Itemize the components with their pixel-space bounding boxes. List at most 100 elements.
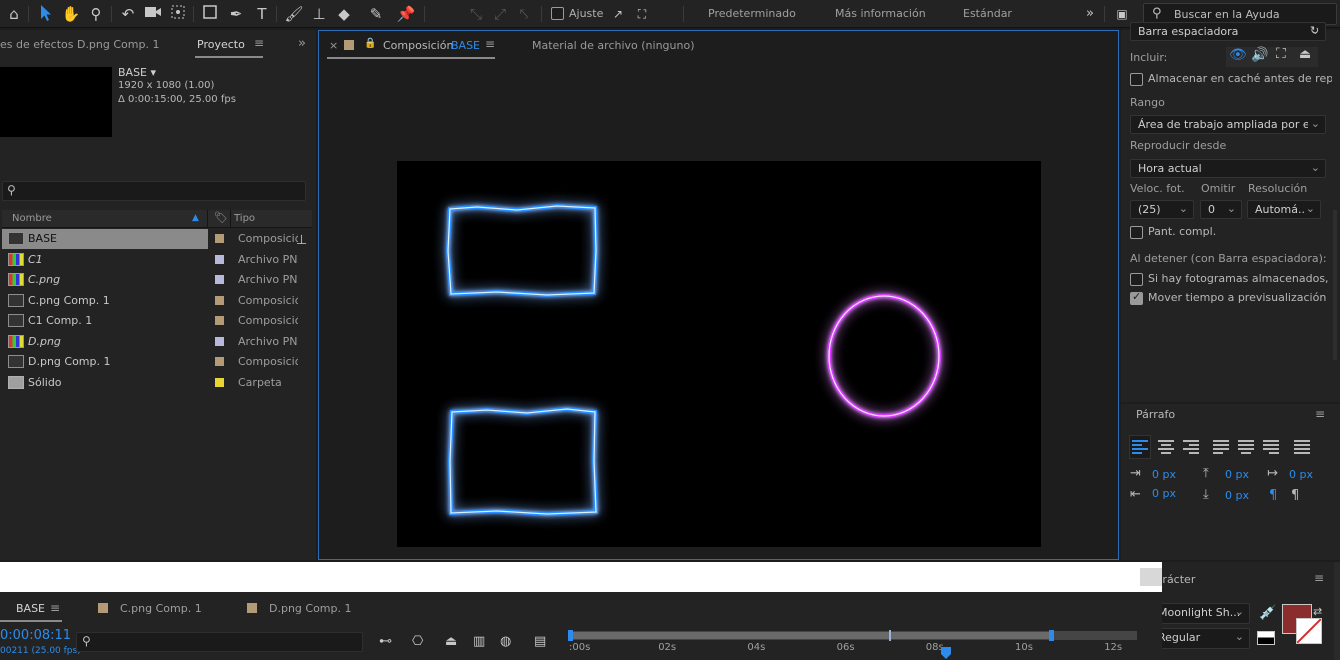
workspace-default[interactable]: Predeterminado: [708, 7, 796, 20]
indent-first-value[interactable]: 0 px: [1289, 468, 1313, 481]
play-from-dropdown[interactable]: Hora actual ⌄: [1130, 159, 1326, 178]
frame-rate-dropdown[interactable]: (25) ⌄: [1130, 200, 1194, 219]
lock-icon[interactable]: 🔒: [364, 38, 376, 49]
tab-project[interactable]: Proyecto: [197, 38, 245, 51]
tab-timeline-d-comp[interactable]: D.png Comp. 1: [269, 602, 352, 615]
move-time-checkbox[interactable]: [1130, 290, 1143, 305]
indent-right-value[interactable]: 0 px: [1152, 487, 1176, 500]
camera-tool-icon[interactable]: [143, 4, 163, 24]
eyedropper-icon[interactable]: 💉: [1259, 605, 1276, 621]
align-right-icon[interactable]: [1183, 440, 1199, 454]
panel-menu-icon[interactable]: ≡: [50, 601, 60, 615]
axis-mode-icon[interactable]: ⤡: [466, 4, 486, 24]
shortcut-dropdown[interactable]: Barra espaciadora ⌄: [1130, 22, 1326, 41]
label-color-swatch[interactable]: [215, 234, 224, 243]
tab-composition-label[interactable]: Composición: [383, 39, 453, 52]
cached-frames-checkbox[interactable]: [1130, 273, 1143, 286]
ltr-direction-icon[interactable]: ¶: [1269, 488, 1277, 503]
draft-3d-icon[interactable]: ⎔: [412, 634, 423, 649]
project-item-row[interactable]: C1 Comp. 1 Composición: [2, 311, 312, 331]
project-item-name-cell[interactable]: C1 Comp. 1: [2, 311, 208, 331]
project-item-name-cell[interactable]: C1: [2, 250, 208, 270]
composition-flowchart-icon[interactable]: ⊷: [379, 634, 392, 649]
eraser-tool-icon[interactable]: ◆: [334, 4, 354, 24]
project-item-row[interactable]: BASE Composición: [2, 229, 312, 249]
panel-menu-icon[interactable]: ≡: [1314, 571, 1324, 585]
tab-footage[interactable]: Material de archivo (ninguno): [532, 39, 695, 52]
rtl-direction-icon[interactable]: ¶: [1291, 488, 1299, 503]
snap-checkbox[interactable]: [551, 7, 564, 20]
reset-icon[interactable]: ↻: [1310, 24, 1319, 37]
comp-name[interactable]: BASE ▾: [118, 66, 156, 79]
shy-layers-icon[interactable]: ⏏: [445, 634, 457, 649]
project-item-row[interactable]: Sólido Carpeta: [2, 373, 312, 393]
panel-menu-icon[interactable]: ≡: [1315, 407, 1325, 421]
frame-blending-icon[interactable]: ▥: [473, 634, 485, 649]
font-style-dropdown[interactable]: Regular ⌄: [1162, 628, 1250, 649]
swap-colors-icon[interactable]: ⇄: [1313, 605, 1322, 618]
indent-left-value[interactable]: 0 px: [1152, 468, 1176, 481]
stroke-color-swatch[interactable]: [1296, 618, 1322, 644]
work-area-bar[interactable]: [571, 632, 1052, 639]
project-item-row[interactable]: C.png Archivo PNG: [2, 270, 312, 290]
home-icon[interactable]: ⌂: [4, 4, 24, 24]
project-item-row[interactable]: C.png Comp. 1 Composición: [2, 291, 312, 311]
label-color-swatch[interactable]: [215, 357, 224, 366]
zoom-tool-icon[interactable]: ⚲: [86, 4, 106, 24]
justify-center-icon[interactable]: [1238, 440, 1254, 454]
font-family-dropdown[interactable]: Moonlight Sh... ⌄: [1162, 603, 1250, 624]
playhead-marker[interactable]: [941, 647, 951, 660]
rotate-tool-icon[interactable]: ↶: [118, 4, 138, 24]
label-tag-icon[interactable]: 🏷: [214, 211, 228, 224]
rectangle-tool-icon[interactable]: [200, 4, 220, 24]
tab-effects-controls[interactable]: es de efectos D.png Comp. 1: [0, 38, 159, 51]
justify-left-icon[interactable]: [1213, 440, 1229, 454]
align-center-icon[interactable]: [1158, 440, 1174, 454]
timeline-search-input[interactable]: ⚲: [76, 632, 363, 652]
roto-brush-icon[interactable]: ✎: [366, 4, 386, 24]
space-before-value[interactable]: 0 px: [1225, 468, 1249, 481]
world-axis-icon[interactable]: ⤢: [490, 4, 510, 24]
column-type-header[interactable]: Tipo: [234, 213, 255, 224]
skip-dropdown[interactable]: 0 ⌄: [1200, 200, 1242, 219]
panel-overflow-icon[interactable]: »: [298, 36, 306, 51]
project-item-row[interactable]: C1 Archivo PNG: [2, 250, 312, 270]
label-color-swatch[interactable]: [215, 254, 224, 264]
label-color-swatch[interactable]: [215, 336, 224, 346]
scrollbar[interactable]: [1333, 210, 1337, 360]
view-axis-icon[interactable]: ⤣: [514, 4, 534, 24]
graph-editor-icon[interactable]: ▤: [534, 634, 546, 649]
audio-speaker-icon[interactable]: 🔊: [1251, 47, 1268, 63]
current-timecode[interactable]: 0:00:08:11: [0, 628, 71, 643]
pan-behind-icon[interactable]: [168, 4, 188, 24]
label-color-swatch[interactable]: [215, 275, 224, 284]
tab-composition-name[interactable]: BASE: [451, 39, 480, 52]
range-dropdown[interactable]: Área de trabajo ampliada por el ... ⌄: [1130, 115, 1326, 134]
more-workspaces-icon[interactable]: »: [1080, 4, 1100, 24]
close-tab-icon[interactable]: ×: [329, 39, 338, 52]
default-colors-icon[interactable]: [1257, 631, 1275, 645]
sort-ascending-icon[interactable]: ▲: [192, 213, 199, 223]
tab-timeline-base[interactable]: BASE: [16, 602, 45, 615]
column-name-header[interactable]: Nombre: [12, 213, 52, 224]
puppet-pin-icon[interactable]: 📌: [396, 4, 416, 24]
overlays-icon[interactable]: ⛶: [1276, 46, 1286, 62]
workspace-standard[interactable]: Estándar: [963, 7, 1012, 20]
project-item-name-cell[interactable]: C.png Comp. 1: [2, 291, 208, 311]
justify-right-icon[interactable]: [1263, 440, 1279, 454]
video-eye-icon[interactable]: 👁: [1229, 47, 1247, 63]
fullscreen-checkbox[interactable]: [1130, 226, 1143, 239]
panel-menu-icon[interactable]: ≡: [485, 37, 495, 51]
label-color-swatch[interactable]: [215, 295, 224, 305]
label-color-swatch[interactable]: [215, 316, 224, 325]
motion-blur-icon[interactable]: ◍: [500, 634, 511, 649]
workspace-learn[interactable]: Más información: [835, 7, 926, 20]
sync-settings-icon[interactable]: ▣: [1112, 4, 1132, 24]
pen-tool-icon[interactable]: ✒: [226, 4, 246, 24]
flowchart-icon[interactable]: ⊥: [296, 233, 307, 248]
clone-stamp-icon[interactable]: ⊥: [309, 4, 329, 24]
brush-tool-icon[interactable]: 🖌: [284, 4, 304, 24]
panel-menu-icon[interactable]: ≡: [254, 36, 264, 50]
scrollbar[interactable]: [1334, 562, 1340, 660]
label-color-swatch[interactable]: [215, 377, 224, 387]
